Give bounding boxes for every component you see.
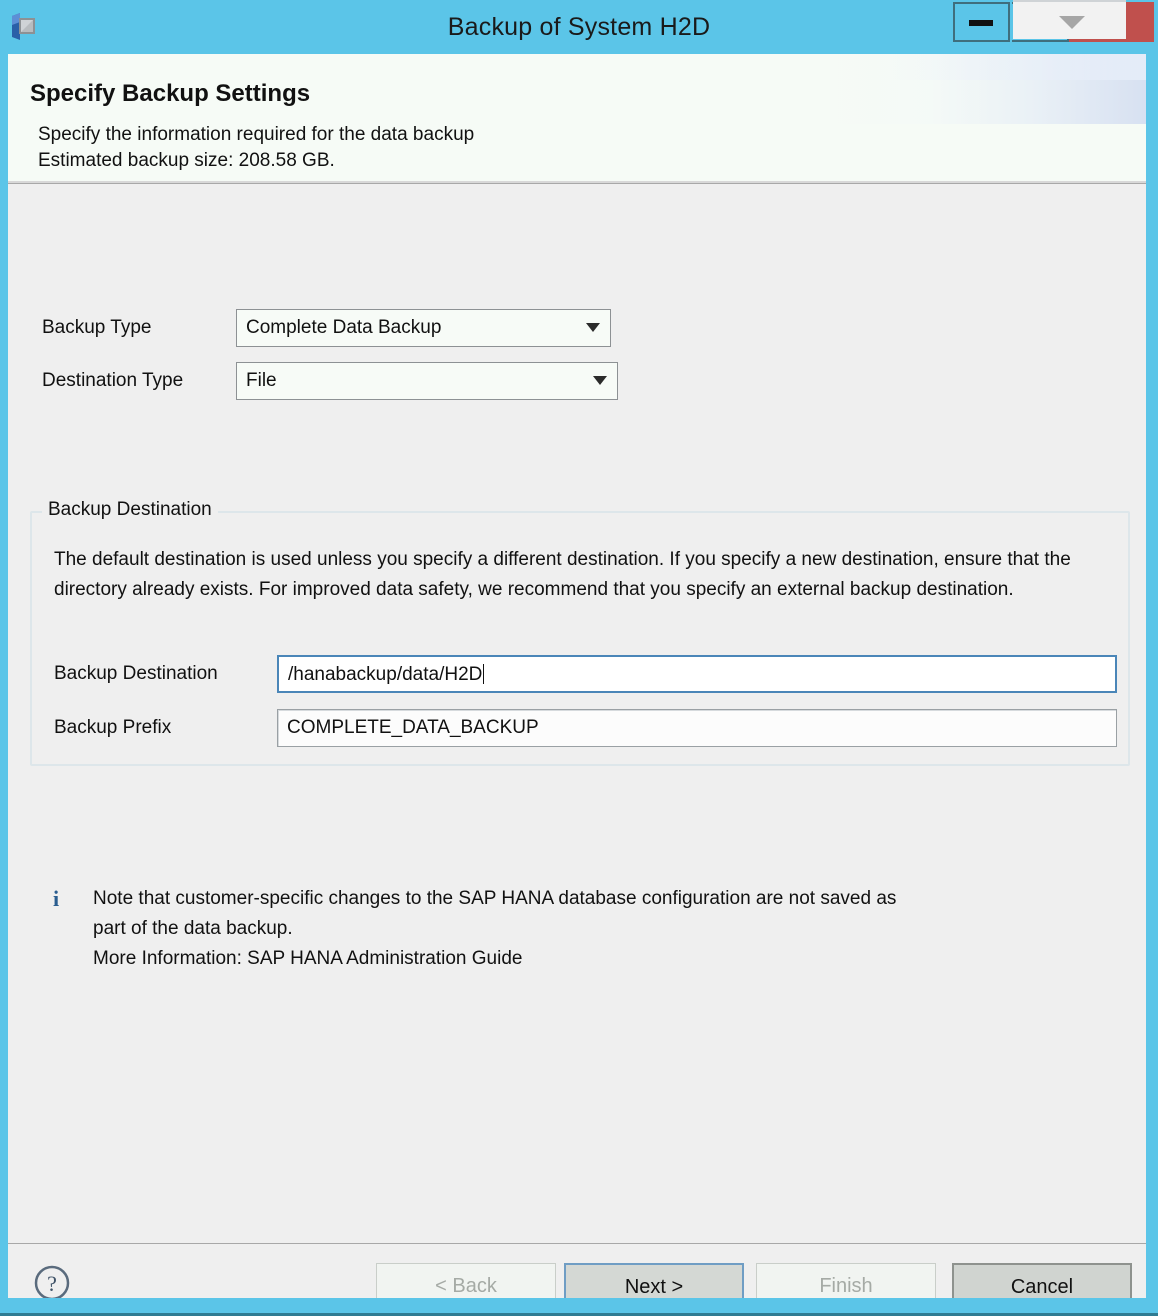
next-button[interactable]: Next >	[564, 1263, 744, 1298]
backup-destination-group: Backup Destination The default destinati…	[30, 499, 1130, 766]
back-button[interactable]: < Back	[376, 1263, 556, 1298]
backup-destination-input[interactable]: /hanabackup/data/H2D	[277, 655, 1117, 693]
backup-destination-group-title: Backup Destination	[42, 499, 218, 521]
backup-prefix-label: Backup Prefix	[54, 717, 172, 738]
chevron-down-icon	[586, 323, 600, 332]
info-note: i Note that customer-specific changes to…	[48, 884, 1118, 974]
backup-prefix-input[interactable]: COMPLETE_DATA_BACKUP	[277, 709, 1117, 747]
header-subtitle-line-2: Estimated backup size: 208.58 GB.	[38, 150, 335, 171]
minimize-button[interactable]	[953, 2, 1010, 42]
chevron-down-icon	[1059, 16, 1085, 29]
backup-destination-description: The default destination is used unless y…	[54, 549, 1071, 600]
destination-type-label: Destination Type	[42, 370, 184, 391]
wizard-header: Specify Backup Settings Specify the info…	[8, 54, 1146, 184]
backup-type-value: Complete Data Backup	[246, 317, 442, 338]
backup-destination-label: Backup Destination	[54, 663, 218, 684]
page-title: Specify Backup Settings	[30, 80, 311, 107]
backup-type-label: Backup Type	[42, 317, 152, 338]
destination-type-select[interactable]: File	[236, 362, 618, 400]
info-note-line-2: part of the data backup.	[93, 918, 293, 939]
client-area: Specify Backup Settings Specify the info…	[8, 54, 1146, 1298]
wizard-footer: ? < Back Next > Finish Cancel	[8, 1244, 1146, 1298]
dropdown-overlay-panel[interactable]	[1013, 0, 1126, 39]
svg-text:?: ?	[47, 1271, 57, 1296]
destination-type-value: File	[246, 370, 277, 391]
chevron-down-icon	[593, 376, 607, 385]
wizard-body: Backup Type Complete Data Backup Destina…	[8, 184, 1146, 1244]
backup-type-select[interactable]: Complete Data Backup	[236, 309, 611, 347]
header-subtitle-line-1: Specify the information required for the…	[38, 124, 475, 145]
info-note-line-1: Note that customer-specific changes to t…	[93, 888, 897, 909]
help-icon[interactable]: ?	[33, 1264, 71, 1298]
info-note-line-3: More Information: SAP HANA Administratio…	[93, 948, 523, 969]
finish-button[interactable]: Finish	[756, 1263, 936, 1298]
backup-wizard-window: Backup of System H2D Specify Backup Sett…	[0, 0, 1158, 1316]
cancel-button[interactable]: Cancel	[952, 1263, 1132, 1298]
minimize-icon	[969, 20, 993, 26]
info-icon: i	[53, 886, 60, 911]
backup-prefix-value: COMPLETE_DATA_BACKUP	[287, 717, 539, 738]
backup-destination-value: /hanabackup/data/H2D	[288, 664, 483, 685]
text-cursor	[483, 664, 485, 684]
title-bar[interactable]: Backup of System H2D	[0, 0, 1158, 54]
